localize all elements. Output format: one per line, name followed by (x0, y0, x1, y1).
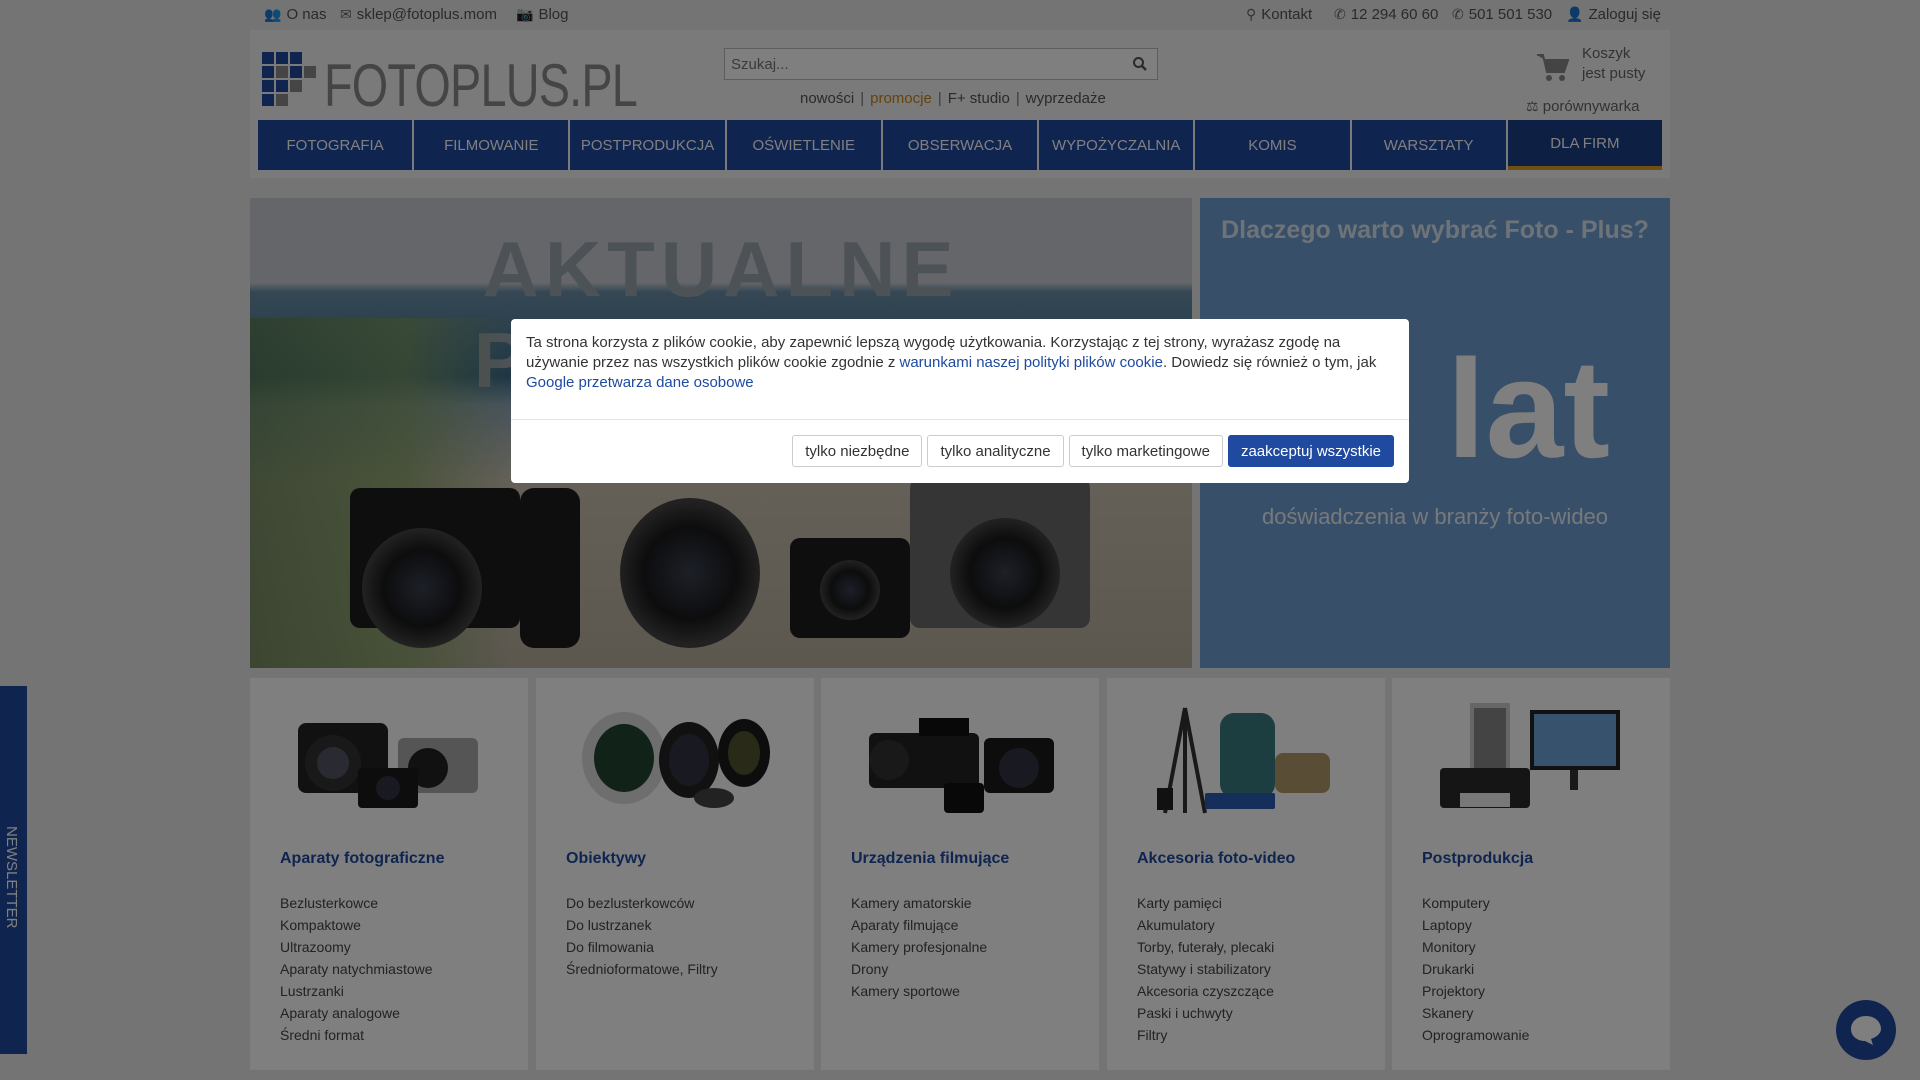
accept-all-button[interactable]: zaakceptuj wszystkie (1227, 435, 1394, 467)
cookie-message: Ta strona korzysta z plików cookie, aby … (526, 334, 1377, 391)
divider (511, 419, 1409, 420)
analytics-only-button[interactable]: tylko analityczne (927, 435, 1064, 467)
cookie-consent-dialog: Ta strona korzysta z plików cookie, aby … (511, 319, 1409, 483)
cookie-policy-link[interactable]: warunkami naszej polityki plików cookie (900, 354, 1163, 371)
marketing-only-button[interactable]: tylko marketingowe (1068, 435, 1223, 467)
cookie-buttons: tylko niezbędne tylko analityczne tylko … (792, 435, 1394, 467)
modal-backdrop: Ta strona korzysta z plików cookie, aby … (0, 0, 1920, 1080)
google-data-link[interactable]: Google przetwarza dane osobowe (526, 374, 754, 391)
necessary-only-button[interactable]: tylko niezbędne (792, 435, 923, 467)
